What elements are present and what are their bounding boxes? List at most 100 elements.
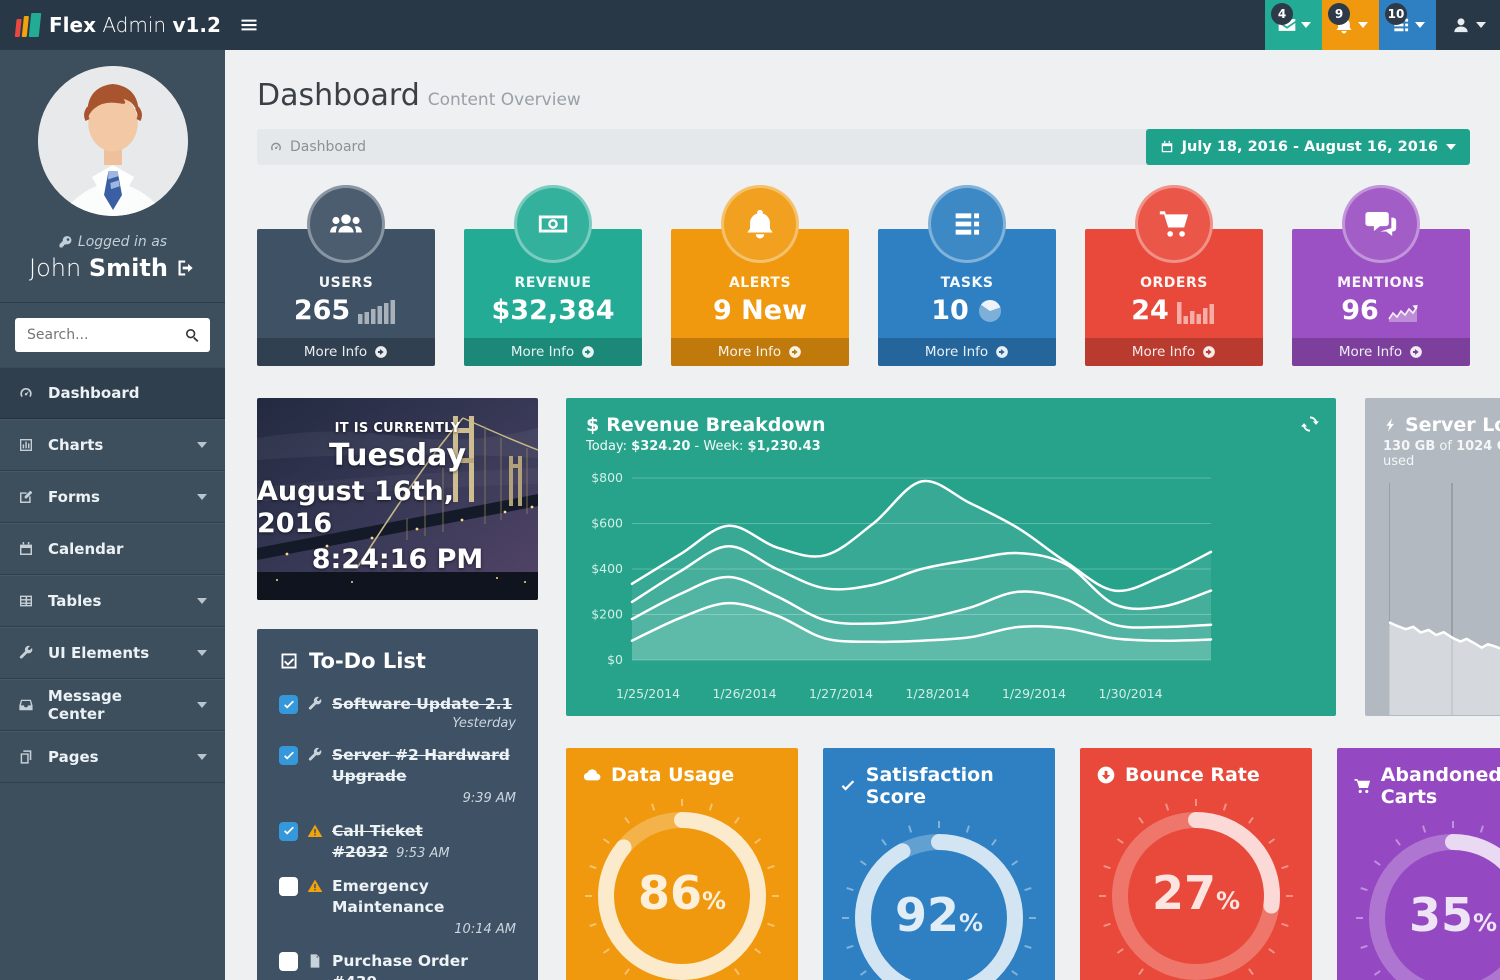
key-icon (58, 235, 72, 249)
clock-time: 8:24:16 PM (312, 542, 484, 577)
server-load-widget: Server Load 130 GB of 1024 GB used (1365, 398, 1500, 716)
svg-text:$600: $600 (591, 516, 623, 531)
satisfaction-score-percent: 92% (839, 892, 1039, 938)
more-info-link[interactable]: More Info (1085, 338, 1263, 366)
chevron-down-icon (197, 494, 207, 500)
table-icon (18, 593, 34, 609)
todo-widget: To-Do List Software Update 2.1YesterdayS… (257, 629, 538, 980)
chevron-down-icon (197, 650, 207, 656)
calendar-icon (18, 541, 34, 557)
sidebar-menu: Dashboard Charts Forms Calendar Tables U… (0, 367, 225, 783)
todo-checkbox[interactable] (279, 822, 298, 841)
stat-card-tasks: TASKS 10 More Info (878, 229, 1056, 366)
sidebar-item-charts[interactable]: Charts (0, 419, 225, 471)
warning-icon (307, 878, 323, 894)
logged-in-label: Logged in as (0, 234, 225, 250)
stat-value: 24 (1131, 297, 1169, 324)
todo-checkbox[interactable] (279, 877, 298, 896)
data-usage-percent: 86% (582, 870, 782, 916)
refresh-icon[interactable] (1300, 414, 1320, 434)
alerts-menu-button[interactable]: 9 (1322, 0, 1379, 50)
tasks-pie-sparkline (977, 298, 1003, 324)
more-info-link[interactable]: More Info (257, 338, 435, 366)
check-icon (282, 698, 296, 712)
tasks-menu-button[interactable]: 10 (1379, 0, 1436, 50)
satisfaction-score-title: Satisfaction Score (839, 764, 1039, 808)
sidebar-item-dashboard[interactable]: Dashboard (0, 367, 225, 419)
revenue-title: $ Revenue Breakdown (586, 414, 1316, 436)
logo-icon (15, 13, 42, 37)
user-menu-button[interactable] (1436, 0, 1500, 50)
data-usage-widget: Data Usage 86% (566, 748, 798, 980)
more-info-link[interactable]: More Info (878, 338, 1056, 366)
todo-text: Server #2 Hardward Upgrade (332, 746, 510, 785)
circle-arrow-right-icon (581, 345, 595, 359)
user-icon (1451, 15, 1471, 35)
search-icon[interactable] (184, 327, 200, 343)
orders-icon-circle (1135, 185, 1213, 263)
bounce-rate-percent: 27% (1096, 870, 1296, 916)
chevron-down-icon (197, 754, 207, 760)
stat-cards-row: USERS 265 More Info REVENUE $32,384 More… (257, 229, 1470, 366)
stat-value: 10 (931, 297, 969, 324)
cart-icon (1157, 207, 1191, 241)
todo-time: 9:39 AM (332, 790, 516, 808)
clock-date: August 16th, 2016 (257, 476, 538, 541)
breadcrumb[interactable]: Dashboard (269, 139, 366, 155)
avatar (38, 66, 188, 216)
more-info-link[interactable]: More Info (671, 338, 849, 366)
messages-menu-button[interactable]: 4 (1265, 0, 1322, 50)
stat-value: 265 (294, 297, 350, 324)
wrench-icon (307, 747, 323, 763)
main-content: DashboardContent Overview Dashboard July… (225, 50, 1500, 980)
avatar-portrait (38, 66, 188, 216)
messages-count-badge: 4 (1271, 3, 1293, 25)
sign-out-icon[interactable] (176, 258, 196, 278)
sidebar-item-calendar[interactable]: Calendar (0, 523, 225, 575)
date-range-button[interactable]: July 18, 2016 - August 16, 2016 (1146, 129, 1470, 165)
cloud-icon (582, 765, 602, 785)
svg-text:1/29/2014: 1/29/2014 (1002, 686, 1066, 701)
stat-label: USERS (267, 275, 425, 291)
svg-text:1/25/2014: 1/25/2014 (616, 686, 680, 701)
chevron-down-icon (197, 442, 207, 448)
todo-checkbox[interactable] (279, 746, 298, 765)
alerts-count-badge: 9 (1328, 3, 1350, 25)
clock-widget: IT IS CURRENTLY Tuesday August 16th, 201… (257, 398, 538, 600)
circle-arrow-right-icon (374, 345, 388, 359)
server-load-chart (1389, 483, 1500, 715)
todo-item: Server #2 Hardward Upgrade 9:39 AM (279, 734, 516, 809)
abandoned-carts-title: Abandoned Carts (1353, 764, 1500, 808)
todo-title: To-Do List (279, 649, 516, 673)
circle-arrow-right-icon (1409, 345, 1423, 359)
alerts-icon-circle (721, 185, 799, 263)
todo-checkbox[interactable] (279, 952, 298, 971)
mentions-icon-circle (1342, 185, 1420, 263)
sidebar-item-ui-elements[interactable]: UI Elements (0, 627, 225, 679)
sidebar-item-forms[interactable]: Forms (0, 471, 225, 523)
app-title: Flex Admin v1.2 (49, 13, 221, 37)
sidebar-item-message-center[interactable]: Message Center (0, 679, 225, 731)
todo-checkbox[interactable] (279, 695, 298, 714)
sidebar-toggle-button[interactable] (225, 0, 273, 50)
bounce-rate-title: Bounce Rate (1096, 764, 1296, 786)
stat-value: 96 (1341, 297, 1379, 324)
hamburger-icon (239, 15, 259, 35)
search-input[interactable] (15, 318, 210, 352)
abandoned-carts-percent: 35% (1353, 892, 1500, 938)
sidebar-item-pages[interactable]: Pages (0, 731, 225, 783)
app-logo[interactable]: Flex Admin v1.2 (0, 0, 225, 50)
more-info-link[interactable]: More Info (1292, 338, 1470, 366)
more-info-link[interactable]: More Info (464, 338, 642, 366)
sidebar: Logged in as John Smith Dashboard Charts… (0, 50, 225, 980)
dollar-icon: $ (586, 414, 599, 436)
comments-icon (1364, 207, 1398, 241)
stat-label: ORDERS (1095, 275, 1253, 291)
todo-text: Software Update 2.1 (332, 695, 512, 713)
stat-card-alerts: ALERTS 9 New More Info (671, 229, 849, 366)
sidebar-item-tables[interactable]: Tables (0, 575, 225, 627)
users-sparkline (358, 298, 398, 324)
circle-arrow-down-icon (1096, 765, 1116, 785)
check-square-icon (279, 651, 299, 671)
revenue-subtitle: Today: $324.20 - Week: $1,230.43 (586, 439, 1316, 454)
